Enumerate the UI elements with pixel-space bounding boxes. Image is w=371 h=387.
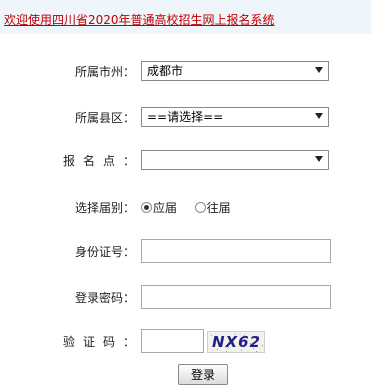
city-row: 所属市州： 成都市 xyxy=(0,59,371,85)
session-label: 选择届别： xyxy=(74,201,135,215)
site-row: 报名点： xyxy=(0,148,371,174)
id-number-label: 身份证号： xyxy=(74,245,135,259)
chevron-down-icon xyxy=(315,67,323,73)
session-radio-previous[interactable] xyxy=(194,202,206,213)
captcha-label: 验证码： xyxy=(62,335,143,349)
id-number-input[interactable] xyxy=(141,239,331,263)
city-select[interactable]: 成都市 xyxy=(141,61,329,81)
chevron-down-icon xyxy=(315,113,323,119)
county-row: 所属县区： ==请选择== xyxy=(0,105,371,131)
site-select[interactable] xyxy=(141,150,329,170)
password-label: 登录密码： xyxy=(74,291,135,305)
session-option-previous-label[interactable]: 往届 xyxy=(207,201,231,215)
county-select[interactable]: ==请选择== xyxy=(141,107,329,127)
page-header: 欢迎使用四川省2020年普通高校招生网上报名系统 xyxy=(0,0,371,34)
session-row: 选择届别： 应届 往届 xyxy=(0,195,371,221)
site-label: 报名点： xyxy=(62,154,143,168)
captcha-text: NX62 xyxy=(212,333,261,351)
password-row: 登录密码： xyxy=(0,285,371,311)
captcha-row: 验证码： NX62 xyxy=(0,329,371,355)
city-select-value: 成都市 xyxy=(147,64,184,78)
header-title-link[interactable]: 欢迎使用四川省2020年普通高校招生网上报名系统 xyxy=(4,11,275,28)
city-label: 所属市州： xyxy=(74,65,135,79)
session-option-current-label[interactable]: 应届 xyxy=(153,201,177,215)
login-button[interactable]: 登录 xyxy=(178,364,228,385)
session-radio-group: 应届 往届 xyxy=(141,195,231,221)
id-number-row: 身份证号： xyxy=(0,239,371,265)
password-input[interactable] xyxy=(141,285,331,309)
captcha-image[interactable]: NX62 xyxy=(207,331,265,353)
county-label: 所属县区： xyxy=(74,111,135,125)
captcha-input[interactable] xyxy=(141,329,204,353)
county-select-value: ==请选择== xyxy=(147,110,224,124)
session-radio-current[interactable] xyxy=(141,202,152,213)
chevron-down-icon xyxy=(315,156,323,162)
